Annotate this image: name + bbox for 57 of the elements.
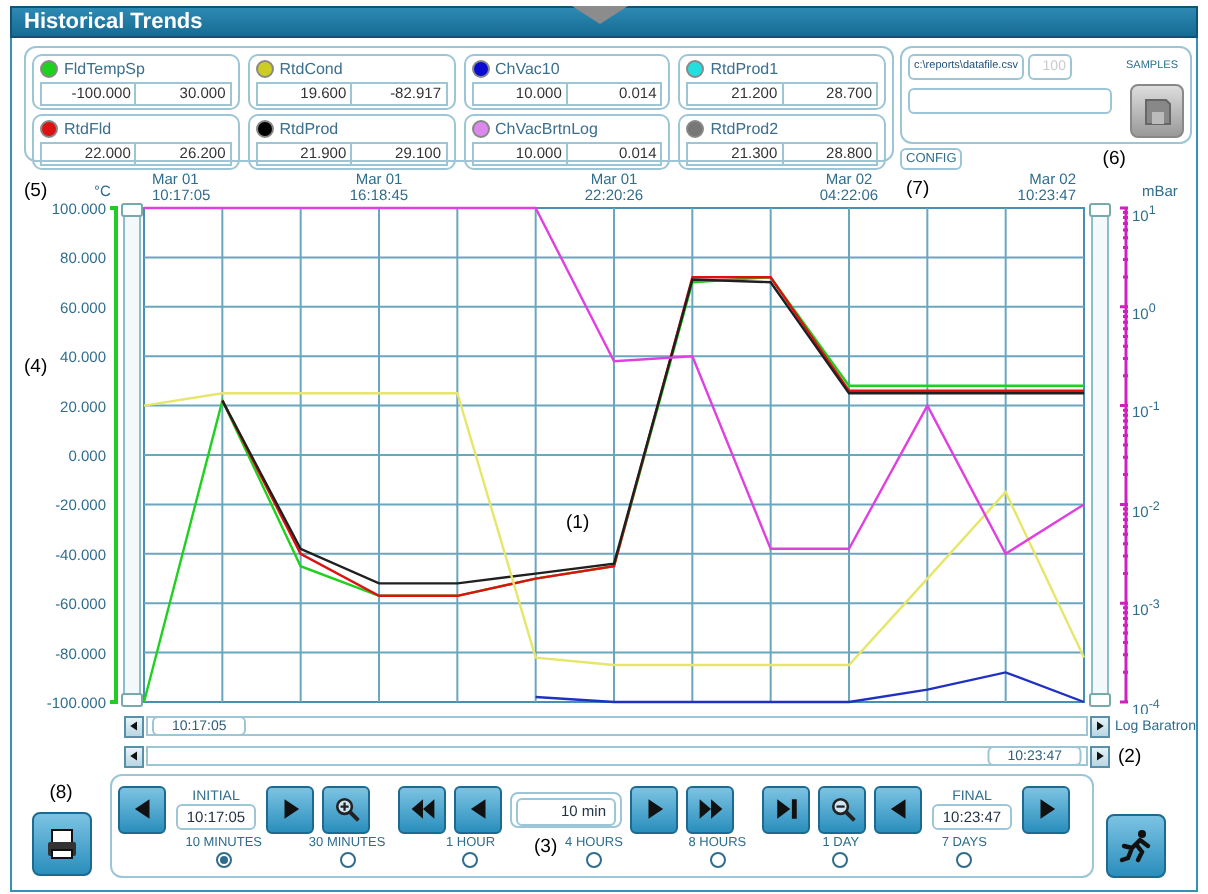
channel-name: RtdProd: [279, 120, 339, 138]
scroll-left-button[interactable]: [124, 715, 144, 737]
scale-slider[interactable]: [121, 203, 143, 707]
double-right-icon: [697, 796, 723, 822]
print-button[interactable]: [31, 812, 91, 876]
radio-button[interactable]: [462, 852, 479, 868]
channel-name: FldTempSp: [64, 60, 145, 78]
scroll-right-button[interactable]: [1089, 715, 1109, 737]
callout-label: (2): [1118, 745, 1142, 767]
radio-button[interactable]: [339, 852, 356, 868]
radio-button[interactable]: [956, 852, 973, 868]
run-button[interactable]: [1106, 814, 1166, 878]
text-field[interactable]: [908, 88, 1112, 114]
radio-button[interactable]: [585, 852, 602, 868]
next-button[interactable]: [1022, 785, 1070, 833]
right-triangle-icon: [1093, 720, 1105, 732]
fast-forward-button[interactable]: [686, 785, 734, 833]
zoom-out-icon: [829, 796, 855, 822]
callout-label: (1): [566, 512, 590, 534]
window-title: Historical Trends: [24, 10, 203, 34]
radio-button[interactable]: [832, 852, 849, 868]
left-triangle-icon: [127, 720, 140, 732]
scroll-left-button[interactable]: [124, 745, 144, 767]
skip-end-icon: [773, 796, 799, 822]
callout-label: (3): [534, 836, 558, 858]
previous-button[interactable]: [118, 785, 166, 833]
callout-label: (5): [24, 180, 48, 202]
scroll-right-button[interactable]: [1090, 745, 1110, 767]
callout-label: (6): [1102, 148, 1126, 170]
radio-button[interactable]: [709, 852, 726, 868]
previous-button[interactable]: [874, 785, 922, 833]
channel-name: RtdCond: [279, 60, 343, 78]
step-back-button[interactable]: [454, 785, 502, 833]
running-figure-icon: [1118, 828, 1154, 864]
callout-label: (7): [906, 178, 930, 200]
channel-name: RtdProd1: [710, 60, 779, 78]
printer-icon: [43, 826, 79, 862]
step-forward-button[interactable]: [630, 785, 678, 833]
channel-name: ChVac10: [495, 60, 560, 78]
save-button[interactable]: [1130, 84, 1184, 138]
callout-label: (4): [24, 356, 48, 378]
zoom-in-button[interactable]: [322, 785, 370, 833]
channel-name: RtdFld: [64, 120, 112, 138]
double-left-icon: [409, 796, 435, 822]
zoom-out-button[interactable]: [818, 785, 866, 833]
zoom-in-icon: [333, 796, 359, 822]
right-triangle-icon: [1094, 750, 1106, 762]
channel-name: ChVacBrtnLog: [495, 120, 598, 138]
scale-slider[interactable]: [1089, 203, 1111, 707]
callout-label: (8): [49, 782, 73, 804]
left-triangle-icon: [128, 750, 140, 762]
rewind-button[interactable]: [398, 785, 446, 833]
notch-marker: [572, 6, 628, 24]
skip-to-end-button[interactable]: [762, 785, 810, 833]
channel-name: RtdProd2: [710, 120, 779, 138]
next-button[interactable]: [266, 785, 314, 833]
radio-button[interactable]: [215, 852, 232, 868]
